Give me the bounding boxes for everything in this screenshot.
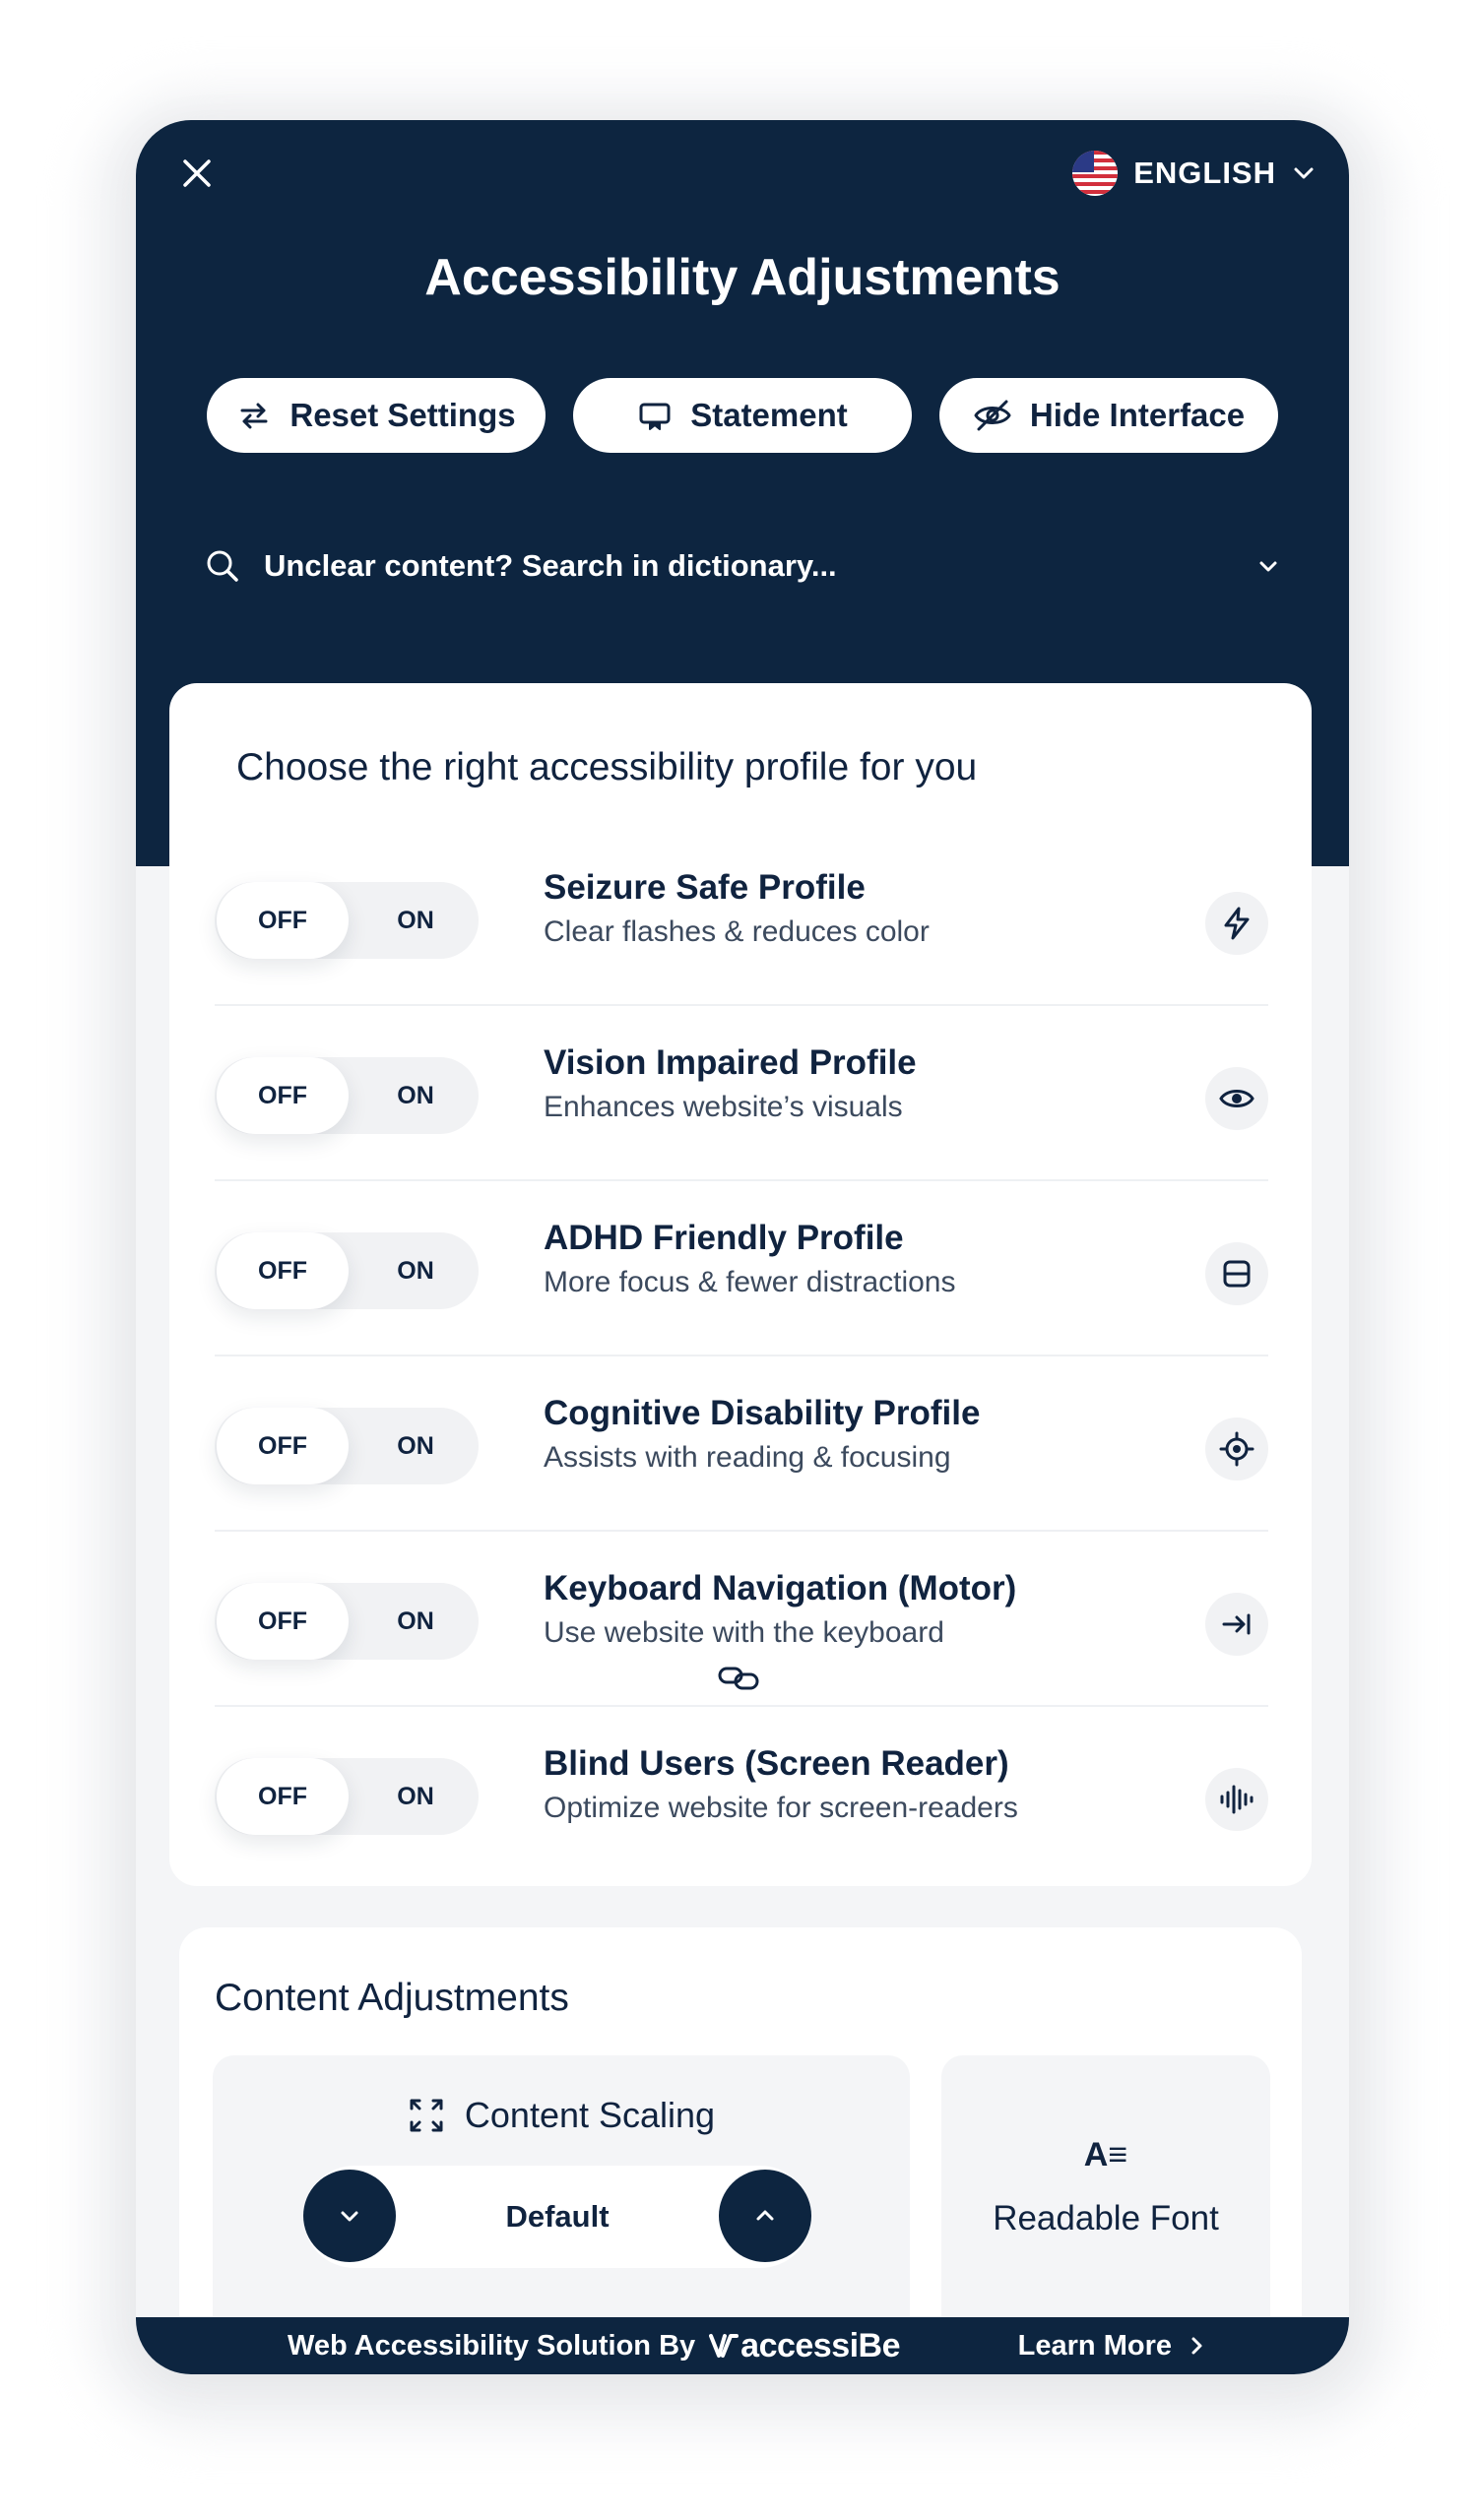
profile-row-vision-impaired: OFF ON Vision Impaired Profile Enhances … <box>215 1006 1268 1181</box>
profile-row-adhd-friendly: OFF ON ADHD Friendly Profile More focus … <box>215 1181 1268 1356</box>
hide-interface-label: Hide Interface <box>1029 397 1246 433</box>
search-icon <box>207 550 238 582</box>
chevron-down-icon <box>1294 167 1314 179</box>
profiles-card: Choose the right accessibility profile f… <box>169 683 1312 1886</box>
chevron-down-icon <box>341 2211 358 2222</box>
learn-more-label: Learn More <box>1017 2329 1172 2362</box>
eye-off-icon <box>974 400 1011 431</box>
content-adjustments-heading: Content Adjustments <box>215 1977 569 2019</box>
expand-icon <box>410 2099 443 2132</box>
content-adjustments-card: Content Adjustments Content Scaling Defa… <box>179 1927 1302 2374</box>
chevron-right-icon <box>1191 2337 1202 2355</box>
accessibility-panel: ENGLISH Accessibility Adjustments Reset … <box>136 120 1349 2374</box>
statement-button[interactable]: Statement <box>573 378 912 453</box>
content-scaling-header: Content Scaling <box>213 2095 910 2136</box>
profile-description: Assists with reading & focusing <box>544 1441 951 1474</box>
profile-title: Cognitive Disability Profile <box>544 1394 981 1432</box>
toggle-on-option[interactable]: ON <box>356 1408 475 1484</box>
reset-settings-button[interactable]: Reset Settings <box>207 378 546 453</box>
link-icon <box>717 1664 760 1698</box>
content-scaling-label: Content Scaling <box>464 2095 716 2135</box>
profile-title: Blind Users (Screen Reader) <box>544 1744 1009 1783</box>
profile-row-seizure-safe: OFF ON Seizure Safe Profile Clear flashe… <box>215 831 1268 1006</box>
profile-description: Enhances website’s visuals <box>544 1091 903 1123</box>
readable-font-tile[interactable]: A≡ Readable Font <box>941 2055 1270 2351</box>
readable-font-icon: A≡ <box>1083 2136 1128 2174</box>
close-icon <box>183 159 211 187</box>
hide-interface-button[interactable]: Hide Interface <box>939 378 1278 453</box>
content-scaling-stepper: Default <box>303 2166 811 2268</box>
audio-wave-icon <box>1205 1768 1268 1831</box>
chevron-up-icon <box>756 2210 774 2221</box>
chevron-down-icon <box>1259 561 1277 572</box>
dictionary-search[interactable]: Unclear content? Search in dictionary... <box>205 532 1280 600</box>
page-title: Accessibility Adjustments <box>424 249 1061 306</box>
language-selector[interactable]: ENGLISH <box>1072 142 1316 205</box>
footer-credit-text: Web Accessibility Solution By <box>288 2329 696 2362</box>
profile-row-cognitive-disability: OFF ON Cognitive Disability Profile Assi… <box>215 1356 1268 1532</box>
footer-credit: Web Accessibility Solution By accessiBe <box>288 2317 901 2374</box>
profile-title: Seizure Safe Profile <box>544 868 866 907</box>
toggle-on-option[interactable]: ON <box>356 882 475 959</box>
profile-toggle[interactable]: OFF ON <box>215 1057 479 1134</box>
dictionary-search-text: Unclear content? Search in dictionary... <box>264 548 837 583</box>
us-flag-icon <box>1072 151 1119 196</box>
readable-font-label: Readable Font <box>993 2199 1219 2237</box>
profile-title: ADHD Friendly Profile <box>544 1219 904 1257</box>
profile-description: More focus & fewer distractions <box>544 1266 956 1298</box>
accessibe-logo[interactable]: accessiBe <box>709 2326 901 2365</box>
profile-toggle[interactable]: OFF ON <box>215 1583 479 1660</box>
toggle-off-option[interactable]: OFF <box>217 1758 349 1835</box>
toggle-off-option[interactable]: OFF <box>217 1232 349 1309</box>
toggle-on-option[interactable]: ON <box>356 1057 475 1134</box>
arrow-to-line-icon <box>1205 1593 1268 1656</box>
accessibe-mark-icon <box>709 2334 740 2358</box>
reset-arrows-icon <box>240 403 268 429</box>
toggle-off-option[interactable]: OFF <box>217 1057 349 1134</box>
profile-toggle[interactable]: OFF ON <box>215 1232 479 1309</box>
header-actions: Reset Settings Statement Hide Interface <box>207 378 1278 453</box>
content-scaling-tile: Content Scaling Default <box>213 2055 910 2351</box>
target-icon <box>1205 1418 1268 1480</box>
focus-frame-icon <box>1205 1242 1268 1305</box>
toggle-on-option[interactable]: ON <box>356 1758 475 1835</box>
language-label: ENGLISH <box>1133 156 1276 190</box>
profiles-heading: Choose the right accessibility profile f… <box>236 746 978 788</box>
increase-scaling-button[interactable] <box>719 2170 811 2262</box>
reset-settings-label: Reset Settings <box>289 397 516 433</box>
toggle-off-option[interactable]: OFF <box>217 882 349 959</box>
decrease-scaling-button[interactable] <box>303 2170 396 2262</box>
profile-description: Optimize website for screen-readers <box>544 1792 1018 1824</box>
profile-title: Vision Impaired Profile <box>544 1043 917 1082</box>
toggle-off-option[interactable]: OFF <box>217 1583 349 1660</box>
close-button[interactable] <box>165 142 228 205</box>
eye-icon <box>1205 1067 1268 1130</box>
toggle-off-option[interactable]: OFF <box>217 1408 349 1484</box>
profile-description: Clear flashes & reduces color <box>544 915 930 948</box>
learn-more-link[interactable]: Learn More <box>1018 2317 1205 2374</box>
profile-row-blind-users: OFF ON Blind Users (Screen Reader) Optim… <box>215 1707 1268 1882</box>
profile-description: Use website with the keyboard <box>544 1616 944 1649</box>
profile-toggle[interactable]: OFF ON <box>215 1408 479 1484</box>
statement-icon <box>639 403 671 430</box>
footer-bar: Web Accessibility Solution By accessiBe … <box>136 2317 1349 2374</box>
brand-name: accessiBe <box>740 2326 901 2364</box>
toggle-on-option[interactable]: ON <box>356 1232 475 1309</box>
profile-toggle[interactable]: OFF ON <box>215 1758 479 1835</box>
profile-title: Keyboard Navigation (Motor) <box>544 1569 1017 1607</box>
statement-label: Statement <box>690 397 848 433</box>
profile-toggle[interactable]: OFF ON <box>215 882 479 959</box>
lightning-icon <box>1205 892 1268 955</box>
toggle-on-option[interactable]: ON <box>356 1583 475 1660</box>
